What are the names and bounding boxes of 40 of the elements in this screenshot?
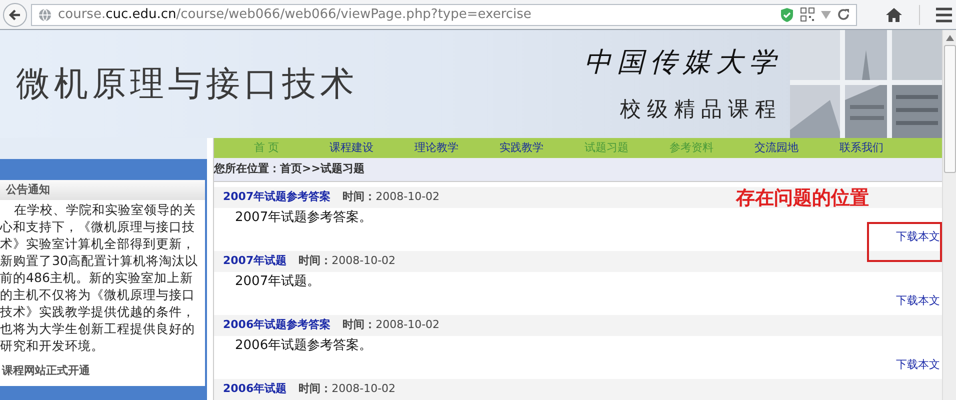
entry-date: 时间：2008-10-02 (298, 381, 396, 398)
url-field[interactable]: course.cuc.edu.cn/course/web066/web066/viewPage.php?type=exercise (31, 4, 857, 26)
url-text: course.cuc.edu.cn/course/web066/web066/viewPage.php?type=exercise (58, 6, 532, 24)
reload-icon[interactable] (837, 8, 850, 21)
nav-link[interactable]: 实践教学 (479, 140, 564, 156)
nav-link[interactable]: 课程建设 (309, 140, 394, 156)
nav-link[interactable]: 理论教学 (394, 140, 479, 156)
entry-summary: 2007年试题。 (234, 273, 322, 291)
school-logo-text: 中国传媒大学 (584, 46, 782, 80)
course-title: 微机原理与接口技术 (16, 62, 358, 106)
entry-title-link[interactable]: 2007年试题参考答案 (223, 189, 331, 206)
download-link[interactable]: 下载本文 (896, 357, 940, 374)
annotation-label: 存在问题的位置 (736, 186, 869, 211)
scroll-up-icon[interactable] (946, 35, 954, 41)
notice-text: 在学校、学院和实验室领导的关心和支持下，《微机原理与接口技术》实验室计算机全部得到更新，新购置了30高配置计算机将淘汰以前的486主机。新的实验室加上新的主机不仅将为《微机原理与接口技术》实践教学提供优越的条件，也将为大学生创新工程提供良好的研究和开发环境。 (0, 201, 200, 354)
course-subtitle: 校级精品课程 (620, 96, 782, 122)
entry-summary: 2006年试题参考答案。 (234, 337, 374, 355)
scroll-thumb[interactable] (944, 45, 956, 173)
back-arrow-icon (8, 8, 22, 22)
shield-icon[interactable] (780, 6, 794, 22)
entry-title-link[interactable]: 2006年试题 (223, 381, 287, 398)
entry-title-link[interactable]: 2006年试题参考答案 (223, 317, 331, 334)
entry-title-link[interactable]: 2007年试题 (223, 253, 287, 270)
qr-code-icon[interactable] (800, 7, 815, 22)
download-link[interactable]: 下载本文 (896, 229, 940, 246)
nav-link[interactable]: 联系我们 (819, 140, 904, 156)
scrollbar[interactable] (942, 30, 956, 400)
download-link[interactable]: 下载本文 (896, 293, 940, 310)
globe-icon (38, 8, 52, 22)
entry-summary: 2007年试题参考答案。 (234, 209, 374, 227)
entry-date: 时间：2008-10-02 (342, 189, 440, 206)
notice-heading: 公告通知 (0, 180, 205, 200)
menu-icon[interactable] (935, 6, 953, 22)
nav-link[interactable]: 交流园地 (734, 140, 819, 156)
breadcrumb: 您所在位置：首页>>试题习题 (214, 158, 942, 182)
notice-heading: 课程网站正式开通 (0, 364, 91, 377)
back-button[interactable] (3, 2, 27, 26)
home-icon[interactable] (885, 6, 903, 22)
entry-date: 时间：2008-10-02 (342, 317, 440, 334)
entry-date: 时间：2008-10-02 (298, 253, 396, 270)
